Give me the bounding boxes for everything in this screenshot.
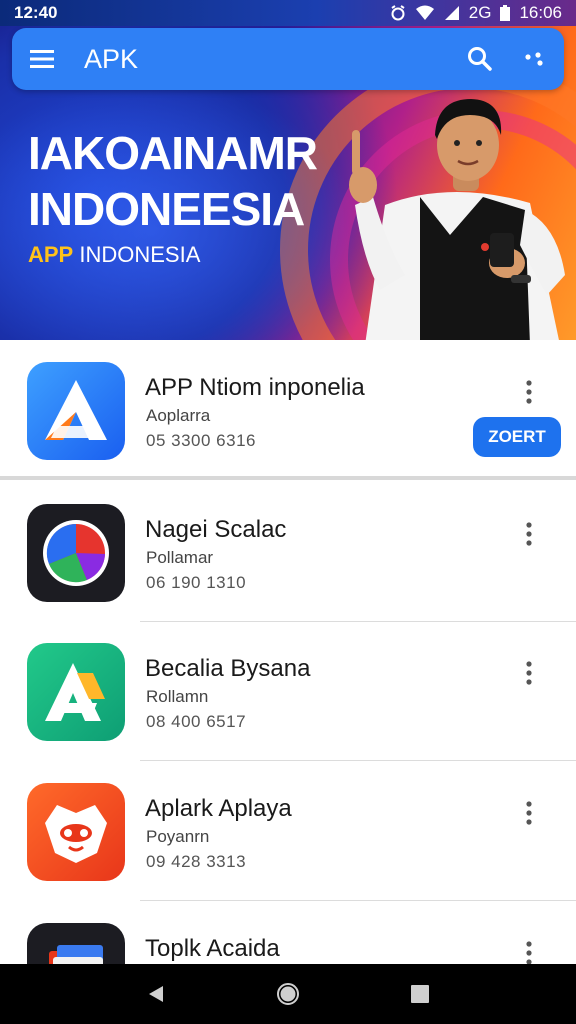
item-more-button[interactable] [512, 372, 546, 412]
hero-subtitle: APP INDONESIA [28, 242, 200, 268]
kebab-icon [526, 522, 532, 546]
alarm-icon [391, 5, 405, 21]
install-button[interactable]: ZOERT [473, 417, 561, 457]
home-icon [277, 983, 299, 1005]
wifi-icon [415, 5, 434, 20]
app-name: Nagei Scalac [145, 516, 287, 543]
status-clock: 16:06 [519, 3, 562, 22]
home-button[interactable] [268, 974, 308, 1014]
back-button[interactable] [136, 974, 176, 1014]
app-developer: Pollamar [146, 548, 214, 567]
app-developer: Poyanrn [146, 827, 210, 846]
app-list-item[interactable]: Nagei Scalac Pollamar 06 190 1310 [0, 482, 576, 622]
menu-button[interactable] [12, 28, 72, 90]
hero-title-line2: INDONEESIA [28, 183, 305, 235]
app-name: Aplark Aplaya [145, 795, 292, 822]
app-meta: 06 190 1310 [146, 573, 247, 592]
hero-subtitle-highlight: APP [28, 242, 74, 267]
mascot-icon [27, 783, 125, 881]
app-list-item[interactable]: APP Ntiom inponelia Aoplarra 05 3300 631… [0, 340, 576, 480]
system-nav-bar [0, 964, 576, 1024]
recents-button[interactable] [400, 974, 440, 1014]
battery-icon [500, 5, 511, 21]
app-meta: 05 3300 6316 [146, 431, 256, 450]
status-bar: 12:40 2G 16:06 [0, 0, 576, 26]
hero-title-line1: IAKOAINAMR [28, 127, 318, 179]
search-icon [468, 47, 492, 71]
app-a-icon [27, 362, 125, 460]
divider [0, 476, 576, 480]
status-icons: 2G 16:06 [390, 3, 562, 23]
recents-icon [411, 985, 429, 1003]
app-developer: Aoplarra [146, 406, 211, 425]
presenter-illustration [349, 99, 565, 340]
app-name: Becalia Bysana [145, 655, 311, 682]
app-list-item[interactable]: Becalia Bysana Rollamn 08 400 6517 [0, 621, 576, 761]
app-bar-actions [452, 28, 564, 90]
kebab-icon [526, 661, 532, 685]
green-a-icon [27, 643, 125, 741]
app-list-item[interactable]: Aplark Aplaya Poyanrn 09 428 3313 [0, 761, 576, 901]
status-time: 12:40 [14, 3, 58, 22]
network-label: 2G [468, 3, 492, 22]
kebab-icon [526, 941, 532, 965]
more-icon [525, 52, 543, 66]
item-more-button[interactable] [512, 514, 546, 554]
app-meta: 08 400 6517 [146, 712, 247, 731]
app-name: APP Ntiom inponelia [145, 374, 365, 401]
color-wheel-icon [27, 504, 125, 602]
app-bar: APK [12, 28, 564, 90]
item-more-button[interactable] [512, 793, 546, 833]
search-button[interactable] [452, 28, 508, 90]
kebab-icon [526, 380, 532, 404]
app-name: Toplk Acaida [145, 935, 280, 962]
app-developer: Rollamn [146, 687, 209, 706]
app-bar-title: APK [84, 43, 139, 74]
more-options-button[interactable] [508, 28, 564, 90]
item-more-button[interactable] [512, 653, 546, 693]
signal-icon [444, 6, 459, 20]
menu-icon [30, 50, 54, 68]
kebab-icon [526, 801, 532, 825]
hero-subtitle-rest: INDONESIA [73, 242, 201, 267]
back-icon [149, 986, 163, 1002]
app-meta: 09 428 3313 [146, 852, 247, 871]
